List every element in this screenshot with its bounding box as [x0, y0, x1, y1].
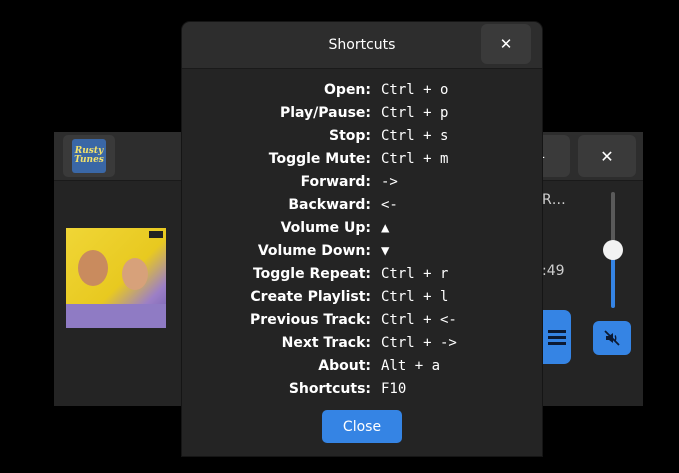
volume-slider[interactable] — [603, 192, 623, 308]
track-time: :49 — [542, 263, 565, 279]
shortcut-label: Open: — [324, 82, 371, 98]
shortcut-row: Volume Up: ▲ — [182, 217, 542, 240]
shortcut-row: About: Alt + a — [182, 355, 542, 378]
shortcut-label: About: — [318, 358, 371, 374]
shortcut-label: Volume Up: — [280, 220, 371, 236]
shortcut-label: Shortcuts: — [288, 381, 371, 397]
shortcut-row: Open: Ctrl + o — [182, 79, 542, 102]
shortcut-row: Shortcuts: F10 — [182, 378, 542, 401]
shortcut-keys: F10 — [381, 381, 407, 397]
shortcut-keys: Ctrl + -> — [381, 335, 457, 351]
queue-icon — [547, 327, 566, 348]
album-art — [66, 228, 166, 328]
shortcut-row: Toggle Mute: Ctrl + m — [182, 148, 542, 171]
shortcut-keys: Ctrl + p — [381, 105, 449, 121]
shortcut-keys: Ctrl + s — [381, 128, 449, 144]
volume-knob[interactable] — [603, 240, 623, 260]
shortcut-row: Play/Pause: Ctrl + p — [182, 102, 542, 125]
shortcut-keys: Ctrl + <- — [381, 312, 457, 328]
shortcut-keys: -> — [381, 174, 398, 190]
shortcut-list: Open: Ctrl + o Play/Pause: Ctrl + p Stop: C… — [182, 79, 542, 401]
app-logo[interactable]: Rusty Tunes — [63, 135, 115, 177]
close-button[interactable]: Close — [322, 410, 402, 443]
dialog-close-button[interactable]: ✕ — [481, 24, 531, 64]
shortcut-label: Play/Pause: — [279, 105, 371, 121]
mute-icon — [604, 330, 620, 346]
shortcut-keys: Ctrl + l — [381, 289, 449, 305]
logo-text: Rusty Tunes — [74, 146, 104, 165]
close-icon: ✕ — [499, 35, 513, 53]
shortcut-keys: Ctrl + r — [381, 266, 449, 282]
shortcut-row: Toggle Repeat: Ctrl + r — [182, 263, 542, 286]
shortcut-label: Stop: — [328, 128, 371, 144]
shortcut-label: Volume Down: — [257, 243, 371, 259]
close-icon: ✕ — [600, 146, 614, 166]
shortcut-row: Create Playlist: Ctrl + l — [182, 286, 542, 309]
shortcut-row: Forward: -> — [182, 171, 542, 194]
shortcuts-dialog: Shortcuts ✕ Open: Ctrl + o Play/Pause: Ctr… — [182, 22, 542, 456]
shortcut-row: Stop: Ctrl + s — [182, 125, 542, 148]
shortcut-label: Create Playlist: — [250, 289, 371, 305]
shortcut-keys: Alt + a — [381, 358, 441, 374]
shortcut-row: Volume Down: ▼ — [182, 240, 542, 263]
shortcut-label: Toggle Mute: — [268, 151, 371, 167]
shortcut-keys: Ctrl + o — [381, 82, 449, 98]
queue-button[interactable] — [542, 310, 571, 364]
shortcut-label: Backward: — [288, 197, 371, 213]
shortcut-label: Toggle Repeat: — [252, 266, 371, 282]
dialog-header: Shortcuts ✕ — [182, 22, 542, 69]
shortcut-row: Next Track: Ctrl + -> — [182, 332, 542, 355]
shortcut-row: Previous Track: Ctrl + <- — [182, 309, 542, 332]
track-title: R… — [542, 192, 566, 208]
shortcut-keys: ▼ — [381, 243, 390, 259]
shortcut-label: Forward: — [300, 174, 371, 190]
shortcut-keys: Ctrl + m — [381, 151, 449, 167]
shortcut-keys: <- — [381, 197, 398, 213]
shortcut-label: Previous Track: — [250, 312, 371, 328]
shortcut-row: Backward: <- — [182, 194, 542, 217]
shortcut-keys: ▲ — [381, 220, 390, 236]
shortcut-label: Next Track: — [281, 335, 371, 351]
logo-image: Rusty Tunes — [72, 139, 106, 173]
mute-button[interactable] — [593, 321, 631, 355]
player-close-button[interactable]: ✕ — [578, 135, 636, 177]
